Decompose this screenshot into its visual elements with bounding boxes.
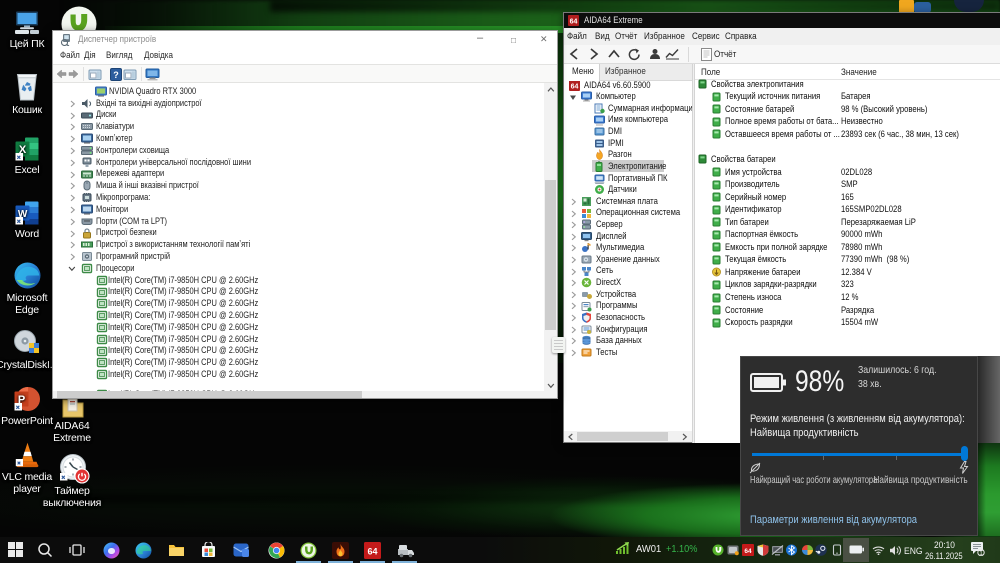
svg-text:64: 64 (570, 19, 578, 26)
svg-text:?: ? (113, 70, 119, 80)
svg-text:1: 1 (979, 550, 983, 556)
svg-text:64: 64 (744, 548, 752, 555)
svg-text:64: 64 (367, 547, 377, 557)
svg-text:64: 64 (571, 83, 579, 90)
